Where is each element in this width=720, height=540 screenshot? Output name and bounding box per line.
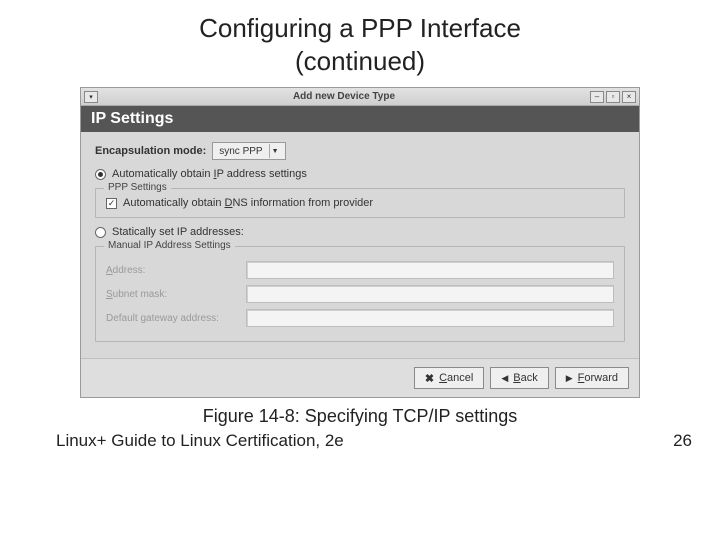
title-line-2: (continued) xyxy=(295,46,425,76)
encapsulation-value: sync PPP xyxy=(219,146,262,157)
radio-auto-ip-label: Automatically obtain IP address settings xyxy=(112,168,307,180)
subnet-label: Subnet mask: xyxy=(106,289,246,300)
manual-ip-group: Manual IP Address Settings Address: Subn… xyxy=(95,246,625,342)
button-bar: ✖ Cancel ◀ Back ▶ Forward xyxy=(81,358,639,397)
forward-label: Forward xyxy=(578,372,618,384)
dialog-content: Encapsulation mode: sync PPP ▼ Automatic… xyxy=(81,132,639,358)
forward-icon: ▶ xyxy=(566,373,573,384)
cancel-label: Cancel xyxy=(439,372,473,384)
radio-static-ip[interactable] xyxy=(95,227,106,238)
gateway-input[interactable] xyxy=(246,309,614,327)
back-label: Back xyxy=(513,372,537,384)
radio-static-ip-label: Statically set IP addresses: xyxy=(112,226,244,238)
checkbox-auto-dns[interactable]: ✓ xyxy=(106,198,117,209)
back-button[interactable]: ◀ Back xyxy=(490,367,548,389)
encapsulation-dropdown[interactable]: sync PPP ▼ xyxy=(212,142,285,160)
window-title: Add new Device Type xyxy=(98,91,590,102)
footer-left: Linux+ Guide to Linux Certification, 2e xyxy=(56,431,344,451)
section-heading: IP Settings xyxy=(81,106,639,132)
checkbox-auto-dns-label: Automatically obtain DNS information fro… xyxy=(123,197,373,209)
page-number: 26 xyxy=(673,431,692,451)
maximize-icon[interactable]: ▫ xyxy=(606,91,620,103)
cancel-icon: ✖ xyxy=(425,372,434,385)
minimize-icon[interactable]: – xyxy=(590,91,604,103)
dialog-window: ▾ Add new Device Type – ▫ × IP Settings … xyxy=(80,87,640,398)
back-icon: ◀ xyxy=(501,373,508,384)
address-label: Address: xyxy=(106,265,246,276)
encapsulation-label: Encapsulation mode: xyxy=(95,145,206,157)
subnet-input[interactable] xyxy=(246,285,614,303)
radio-auto-ip[interactable] xyxy=(95,169,106,180)
chevron-down-icon: ▼ xyxy=(269,144,281,158)
slide-footer: Linux+ Guide to Linux Certification, 2e … xyxy=(0,427,720,451)
ppp-settings-legend: PPP Settings xyxy=(104,182,171,193)
figure-caption: Figure 14-8: Specifying TCP/IP settings xyxy=(0,406,720,427)
forward-button[interactable]: ▶ Forward xyxy=(555,367,629,389)
gateway-label: Default gateway address: xyxy=(106,313,246,324)
close-icon[interactable]: × xyxy=(622,91,636,103)
title-line-1: Configuring a PPP Interface xyxy=(199,13,521,43)
window-menu-icon[interactable]: ▾ xyxy=(84,91,98,103)
address-input[interactable] xyxy=(246,261,614,279)
cancel-button[interactable]: ✖ Cancel xyxy=(414,367,484,389)
slide-title: Configuring a PPP Interface (continued) xyxy=(0,0,720,77)
manual-ip-legend: Manual IP Address Settings xyxy=(104,240,235,251)
titlebar: ▾ Add new Device Type – ▫ × xyxy=(81,88,639,106)
ppp-settings-group: PPP Settings ✓ Automatically obtain DNS … xyxy=(95,188,625,218)
